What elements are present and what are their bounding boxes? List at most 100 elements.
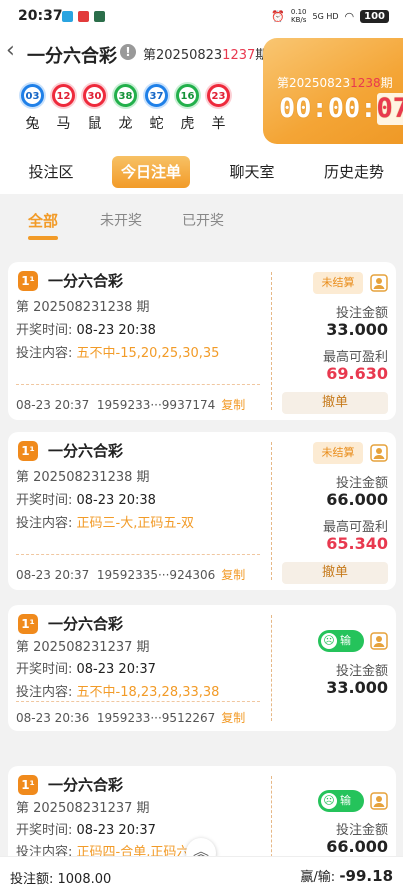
zodiac-label: 蛇 (149, 116, 164, 132)
amount-label: 投注金额 (335, 823, 388, 838)
amount-label: 投注金额 (335, 664, 388, 679)
card-divider (271, 776, 272, 862)
order-open-time: 开奖时间: 08-23 20:38 (16, 323, 156, 338)
tab-history-trend[interactable]: 历史走势 (320, 156, 388, 188)
subtab-indicator (28, 236, 58, 240)
sad-face-icon: ☹ (321, 633, 337, 649)
order-open-time: 开奖时间: 08-23 20:37 (16, 823, 156, 838)
max-win-amount: 65.340 (326, 534, 388, 553)
signal-icon: 5G HD (312, 11, 339, 21)
status-bar: 20:37 ⏰ 0.10 KB/s 5G HD ◠ 100 (0, 0, 403, 32)
tab-bet-area[interactable]: 投注区 (22, 156, 80, 188)
zodiac-label: 马 (56, 116, 71, 132)
total-bet: 投注额: 1008.00 (10, 872, 112, 887)
lottery-logo-icon: 1¹ (18, 441, 38, 461)
lottery-logo-icon: 1¹ (18, 775, 38, 795)
order-issue: 第 202508231238 期 (16, 300, 150, 315)
subtab-drawn[interactable]: 已开奖 (182, 210, 224, 230)
status-badge: 未结算 (313, 272, 363, 294)
tab-today-orders[interactable]: 今日注单 (112, 156, 190, 188)
card-divider (271, 442, 272, 580)
main-tabs: 投注区 今日注单 聊天室 历史走势 (0, 150, 403, 194)
user-icon (370, 792, 388, 810)
user-icon (370, 632, 388, 650)
game-header: ‹ 一分六合彩 ! 第202508231237期 03 兔 12 马 30 鼠 38 龙 37 蛇… (0, 32, 403, 150)
draw-ball: 30 (83, 84, 106, 107)
copy-button[interactable]: 复制 (221, 711, 245, 725)
draw-ball: 23 (207, 84, 230, 107)
countdown-panel: 第202508231238期 00:00: 07 (263, 38, 403, 144)
draw-ball-item: 12 马 (51, 84, 76, 133)
draw-ball-item: 23 羊 (206, 84, 231, 133)
app-icon-red (78, 11, 89, 22)
copy-button[interactable]: 复制 (221, 568, 245, 582)
app-icon-green (94, 11, 105, 22)
card-separator (16, 701, 260, 702)
sad-face-icon: ☹ (321, 793, 337, 809)
user-icon (370, 444, 388, 462)
subtab-undrawn[interactable]: 未开奖 (100, 210, 142, 230)
status-time: 20:37 (18, 8, 63, 24)
order-card[interactable]: 1¹ 一分六合彩 第 202508231237 期 开奖时间: 08-23 20… (8, 605, 396, 731)
bet-amount: 33.000 (326, 320, 388, 339)
draw-result: 03 兔 12 马 30 鼠 38 龙 37 蛇 16 虎 23 羊 (20, 84, 231, 133)
zodiac-label: 虎 (180, 116, 195, 132)
order-issue: 第 202508231237 期 (16, 801, 150, 816)
cancel-order-button[interactable]: 撤单 (282, 562, 388, 584)
countdown-timer: 00:00: 07 (279, 93, 403, 125)
order-issue: 第 202508231237 期 (16, 640, 150, 655)
order-game-name: 一分六合彩 (48, 442, 124, 460)
order-footer: 08-23 20:36 1959233···9512267 复制 (16, 711, 246, 725)
draw-ball: 03 (21, 84, 44, 107)
card-separator (16, 384, 260, 385)
order-content: 投注内容: 正码三-大,正码五-双 (16, 516, 195, 531)
status-badge: 未结算 (313, 442, 363, 464)
copy-button[interactable]: 复制 (221, 398, 245, 412)
card-separator (16, 554, 260, 555)
order-card[interactable]: 1¹ 一分六合彩 第 202508231238 期 开奖时间: 08-23 20… (8, 262, 396, 420)
draw-ball: 37 (145, 84, 168, 107)
tab-chat-room[interactable]: 聊天室 (222, 156, 282, 188)
draw-ball-item: 37 蛇 (144, 84, 169, 133)
amount-label: 投注金额 (335, 306, 388, 321)
draw-ball-item: 38 龙 (113, 84, 138, 133)
bet-amount: 66.000 (326, 837, 388, 856)
draw-ball: 38 (114, 84, 137, 107)
game-title: 一分六合彩 (27, 46, 117, 67)
draw-ball-item: 16 虎 (175, 84, 200, 133)
order-card[interactable]: 1¹ 一分六合彩 第 202508231238 期 开奖时间: 08-23 20… (8, 432, 396, 590)
order-footer: 08-23 20:37 19592335···924306 复制 (16, 568, 246, 582)
summary-bar: 投注额: 1008.00 赢/输: -99.18 (0, 856, 403, 896)
draw-ball-item: 30 鼠 (82, 84, 107, 133)
alarm-icon: ⏰ (271, 9, 285, 23)
zodiac-label: 鼠 (87, 116, 102, 132)
filter-tabs: 全部 未开奖 已开奖 (0, 194, 403, 252)
subtab-all[interactable]: 全部 (28, 210, 58, 231)
draw-ball: 16 (176, 84, 199, 107)
lottery-logo-icon: 1¹ (18, 271, 38, 291)
order-issue: 第 202508231238 期 (16, 470, 150, 485)
bet-amount: 33.000 (326, 678, 388, 697)
zodiac-label: 兔 (25, 116, 40, 132)
order-open-time: 开奖时间: 08-23 20:37 (16, 662, 156, 677)
order-footer: 08-23 20:37 1959233···9937174 复制 (16, 398, 246, 412)
zodiac-label: 龙 (118, 116, 133, 132)
back-arrow-icon[interactable]: ‹ (6, 40, 26, 64)
zodiac-label: 羊 (211, 116, 226, 132)
lottery-logo-icon: 1¹ (18, 614, 38, 634)
battery-icon: 100 (360, 9, 389, 23)
order-content: 投注内容: 五不中-15,20,25,30,35 (16, 346, 220, 361)
card-divider (271, 272, 272, 410)
card-divider (271, 615, 272, 721)
draw-ball-item: 03 兔 (20, 84, 45, 133)
network-speed: 0.10 KB/s (290, 8, 307, 24)
order-open-time: 开奖时间: 08-23 20:38 (16, 493, 156, 508)
order-content: 投注内容: 五不中-18,23,28,33,38 (16, 685, 220, 700)
order-game-name: 一分六合彩 (48, 272, 124, 290)
status-indicators: ⏰ 0.10 KB/s 5G HD ◠ 100 (271, 8, 389, 24)
cancel-order-button[interactable]: 撤单 (282, 392, 388, 414)
info-icon[interactable]: ! (120, 44, 136, 60)
status-badge-lost: ☹ 输 (318, 630, 364, 652)
wifi-icon: ◠ (344, 9, 355, 23)
max-win-label: 最高可盈利 (322, 520, 388, 535)
